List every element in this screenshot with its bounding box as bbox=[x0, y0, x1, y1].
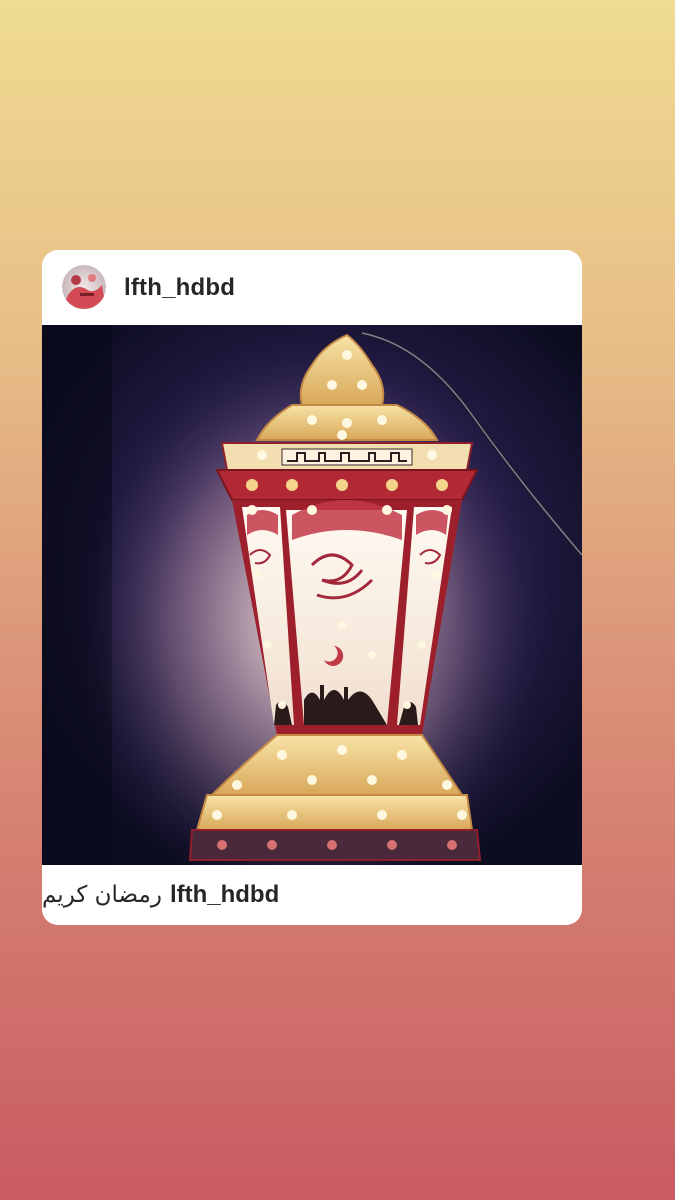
header-username[interactable]: lfth_hdbd bbox=[124, 274, 235, 302]
story-post-card[interactable]: lfth_hdbd lfth_hdbd رمضان كريم bbox=[42, 250, 582, 925]
profile-avatar[interactable] bbox=[62, 265, 106, 309]
post-photo[interactable] bbox=[42, 325, 582, 865]
avatar-image bbox=[62, 265, 106, 309]
post-header: lfth_hdbd bbox=[42, 250, 582, 325]
ramadan-lantern-icon bbox=[42, 325, 582, 865]
caption-username[interactable]: lfth_hdbd bbox=[170, 881, 279, 909]
post-caption: lfth_hdbd رمضان كريم bbox=[42, 865, 582, 925]
caption-text: رمضان كريم bbox=[42, 882, 162, 908]
